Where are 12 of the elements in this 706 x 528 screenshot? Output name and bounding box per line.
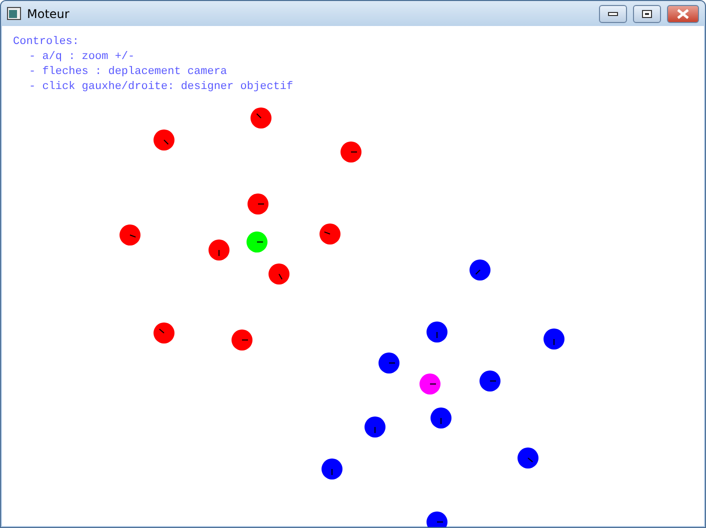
help-line: - click gauxhe/droite: designer objectif bbox=[28, 80, 294, 95]
help-heading: Controles: bbox=[13, 35, 80, 50]
help-line: - a/q : zoom +/- bbox=[28, 50, 136, 65]
maximize-icon bbox=[642, 10, 652, 18]
app-icon bbox=[7, 7, 21, 20]
window-title: Moteur bbox=[27, 6, 70, 20]
minimize-icon bbox=[608, 12, 618, 16]
close-button[interactable] bbox=[667, 4, 699, 22]
minimize-button[interactable] bbox=[599, 4, 627, 22]
help-line: - fleches : deplacement camera bbox=[28, 65, 228, 80]
maximize-button[interactable] bbox=[633, 4, 661, 22]
close-icon bbox=[677, 8, 689, 18]
